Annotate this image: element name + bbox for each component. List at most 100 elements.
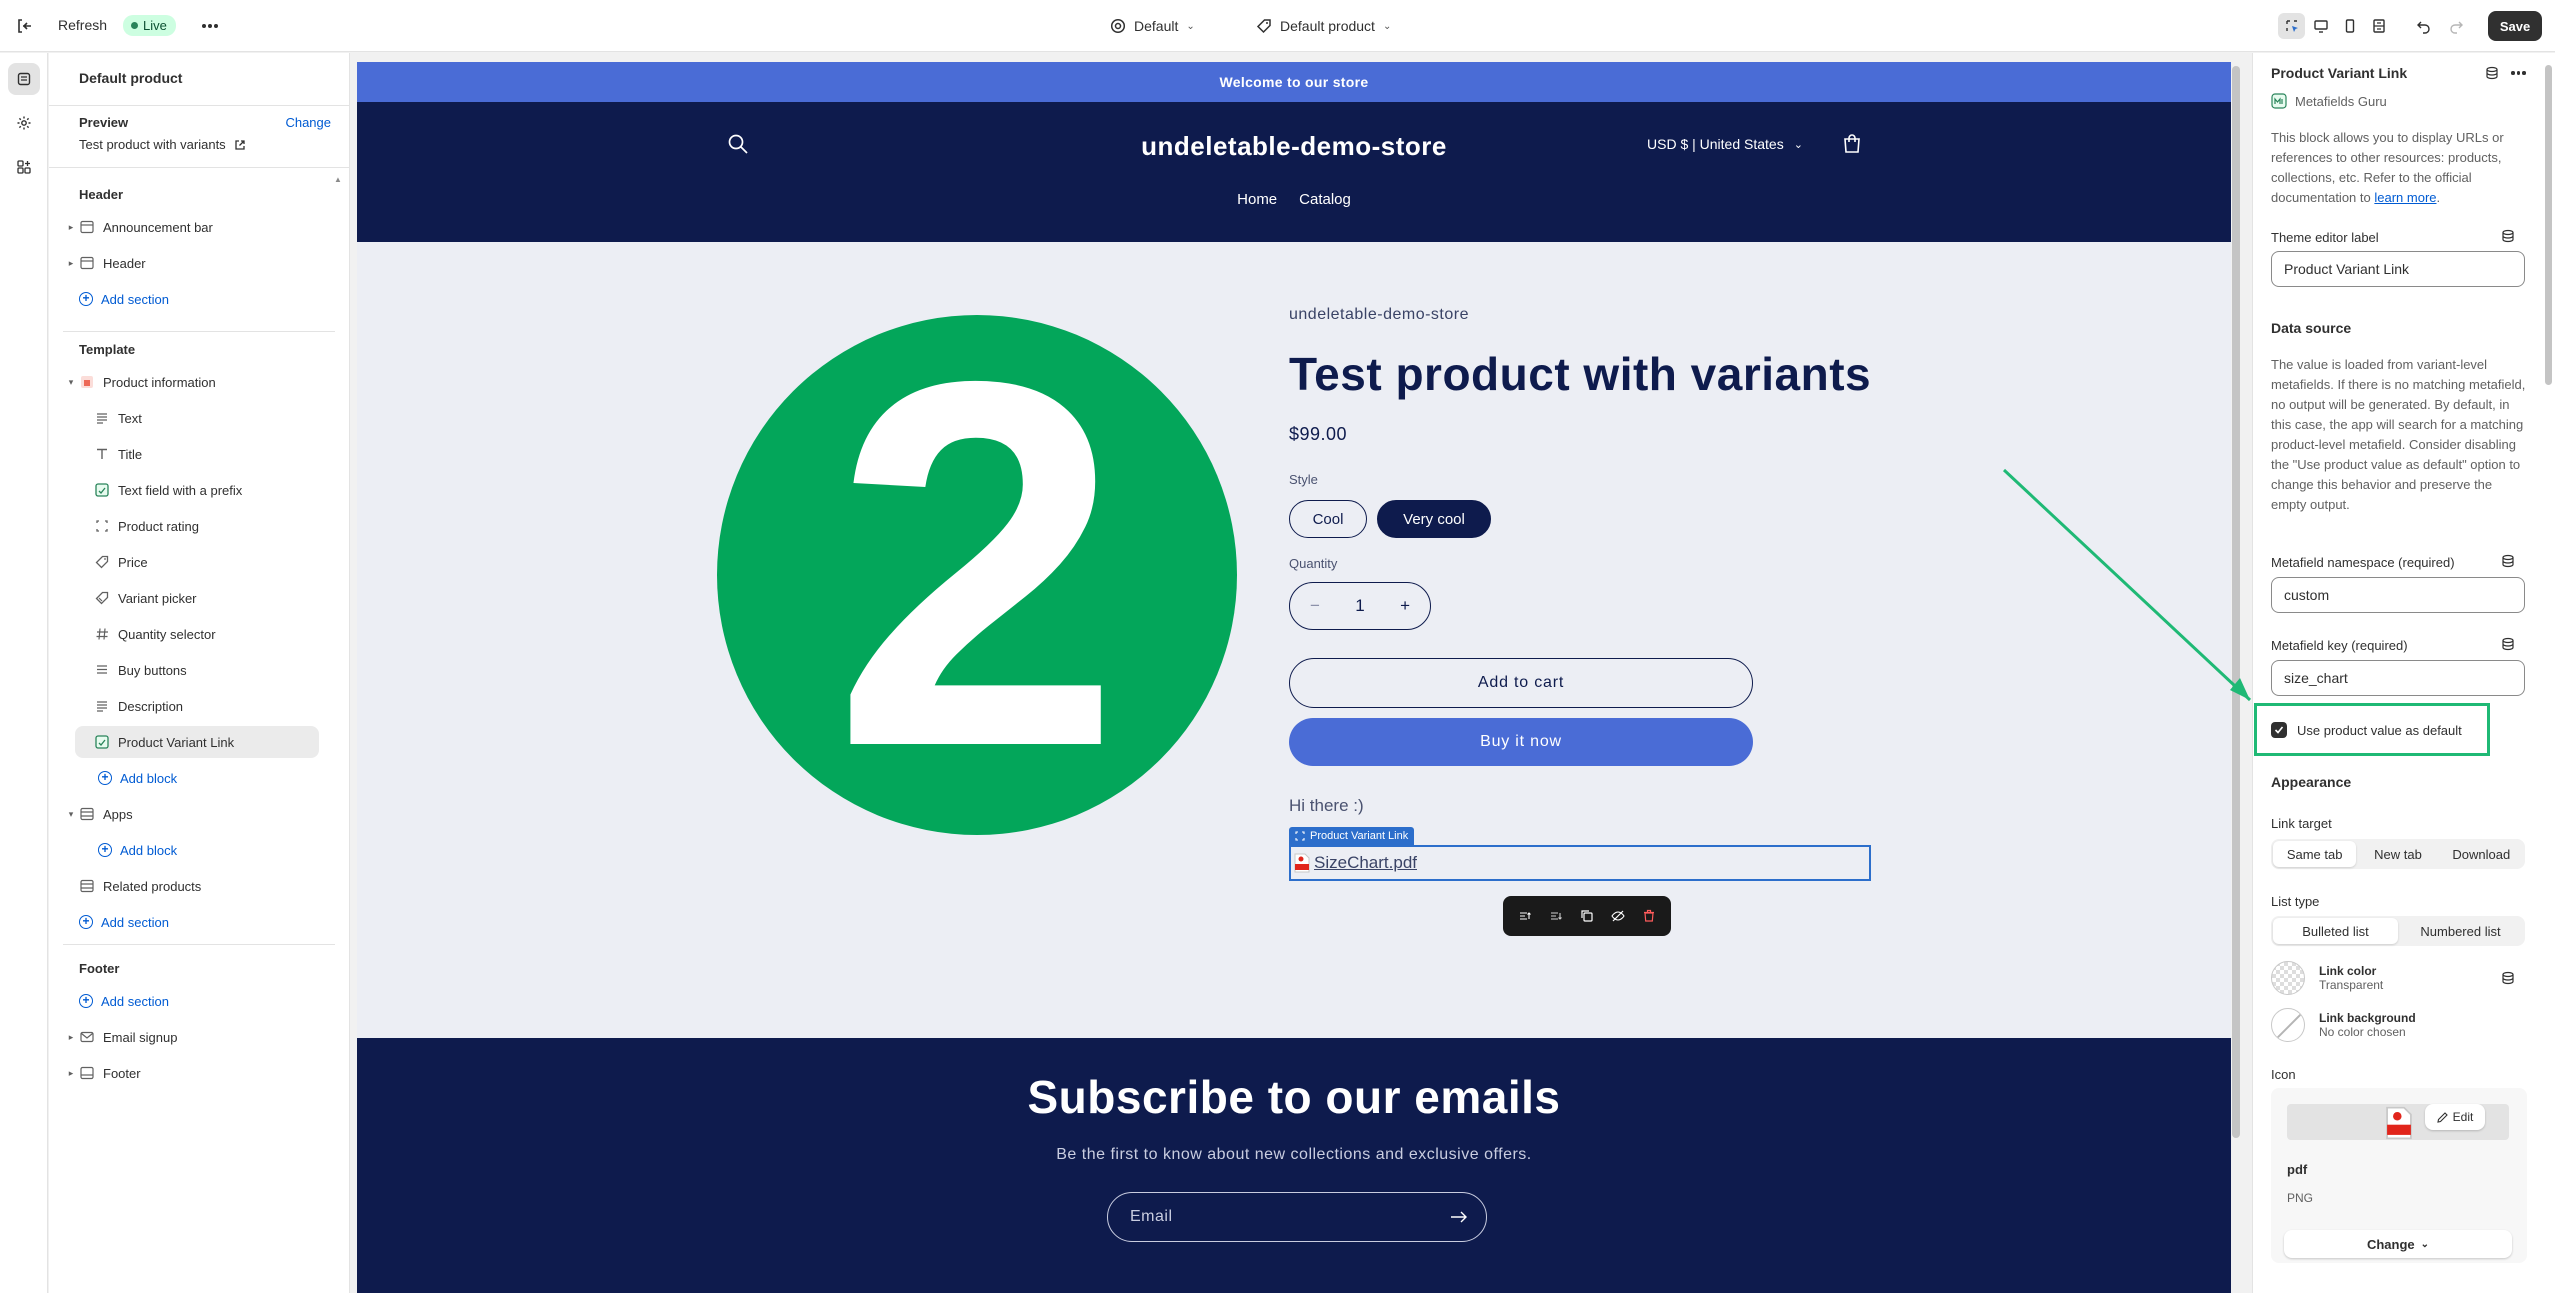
move-down-icon[interactable]	[1545, 905, 1567, 927]
size-chart-link[interactable]: SizeChart.pdf	[1314, 853, 1417, 873]
announcement-bar: Welcome to our store	[357, 62, 2231, 102]
add-block-product[interactable]: + Add block	[98, 762, 378, 794]
link-background-picker[interactable]: Link background No color chosen	[2271, 1007, 2541, 1043]
sections-sidebar: Default product Preview Change Test prod…	[49, 53, 350, 1293]
block-text[interactable]: Text	[94, 402, 370, 434]
template-select[interactable]: Default product ⌄	[1256, 14, 1391, 38]
decrease-quantity-button[interactable]: −	[1310, 596, 1320, 616]
chevron-right-icon[interactable]: ▸	[63, 1068, 79, 1079]
more-options-icon[interactable]	[2511, 66, 2526, 80]
section-product-information[interactable]: ▾ Product information	[63, 366, 343, 398]
theme-label-input[interactable]: Product Variant Link	[2271, 251, 2525, 287]
preview-change-link[interactable]: Change	[285, 115, 331, 130]
link-target-download[interactable]: Download	[2440, 841, 2523, 867]
selected-block-tag[interactable]: Product Variant Link	[1289, 827, 1415, 845]
chevron-right-icon[interactable]: ▸	[63, 258, 79, 269]
hide-icon[interactable]	[1607, 905, 1629, 927]
nav-link-home[interactable]: Home	[1237, 191, 1277, 208]
scroll-up-icon[interactable]: ▲	[334, 175, 342, 184]
settings-scrollbar[interactable]	[2545, 65, 2552, 385]
block-quantity-selector[interactable]: Quantity selector	[94, 618, 370, 650]
buy-now-button[interactable]: Buy it now	[1289, 718, 1753, 766]
increase-quantity-button[interactable]: +	[1400, 596, 1410, 616]
namespace-input[interactable]: custom	[2271, 577, 2525, 613]
section-label: Header	[103, 255, 146, 271]
currency-selector[interactable]: USD $ | United States ⌄	[1647, 136, 1803, 152]
move-up-icon[interactable]	[1514, 905, 1536, 927]
database-icon[interactable]	[2501, 637, 2515, 654]
quantity-value[interactable]: 1	[1355, 596, 1364, 616]
gear-icon[interactable]	[8, 107, 40, 139]
sections-icon[interactable]	[8, 63, 40, 95]
database-icon[interactable]	[2485, 66, 2499, 83]
chevron-down-icon[interactable]: ▾	[63, 377, 79, 388]
apps-icon[interactable]	[8, 151, 40, 183]
list-type-numbered[interactable]: Numbered list	[2398, 918, 2523, 944]
add-to-cart-button[interactable]: Add to cart	[1289, 658, 1753, 708]
section-announcement-bar[interactable]: ▸ Announcement bar	[63, 211, 343, 243]
pencil-icon	[2436, 1111, 2448, 1123]
cart-icon[interactable]	[1840, 132, 1864, 159]
more-actions-icon[interactable]	[198, 15, 222, 37]
database-icon[interactable]	[2501, 554, 2515, 571]
chevron-down-icon[interactable]: ▾	[63, 809, 79, 820]
add-section-header[interactable]: + Add section	[79, 283, 359, 315]
link-color-picker[interactable]: Link color Transparent	[2271, 960, 2541, 996]
theme-select[interactable]: Default ⌄	[1110, 14, 1195, 38]
duplicate-icon[interactable]	[1576, 905, 1598, 927]
delete-icon[interactable]	[1638, 905, 1660, 927]
block-description[interactable]: Description	[94, 690, 370, 722]
fullscreen-icon[interactable]	[2365, 13, 2392, 39]
inspector-icon[interactable]	[2278, 13, 2305, 39]
style-option-very-cool[interactable]: Very cool	[1377, 500, 1491, 538]
block-price[interactable]: Price	[94, 546, 370, 578]
database-icon[interactable]	[2501, 229, 2515, 246]
section-header[interactable]: ▸ Header	[63, 247, 343, 279]
chevron-right-icon[interactable]: ▸	[63, 1032, 79, 1043]
plus-circle-icon: +	[79, 915, 93, 929]
arrow-right-icon[interactable]	[1450, 1210, 1468, 1224]
add-section-footer[interactable]: + Add section	[79, 985, 359, 1017]
add-block-apps[interactable]: + Add block	[98, 834, 378, 866]
icon-change-button[interactable]: Change ⌄	[2284, 1230, 2512, 1258]
save-button[interactable]: Save	[2488, 11, 2542, 41]
preview-product-link[interactable]: Test product with variants	[79, 137, 246, 152]
exit-icon[interactable]	[12, 14, 36, 38]
section-related-products[interactable]: Related products	[79, 870, 359, 902]
style-option-cool[interactable]: Cool	[1289, 500, 1367, 538]
block-buy-buttons[interactable]: Buy buttons	[94, 654, 370, 686]
link-target-new-tab[interactable]: New tab	[2356, 841, 2439, 867]
block-product-variant-link[interactable]: Product Variant Link	[75, 726, 319, 758]
list-type-bulleted[interactable]: Bulleted list	[2273, 918, 2398, 944]
icon-edit-button[interactable]: Edit	[2425, 1104, 2485, 1130]
refresh-button[interactable]: Refresh	[58, 17, 107, 33]
product-image[interactable]: 2	[717, 315, 1237, 835]
block-product-rating[interactable]: Product rating	[94, 510, 370, 542]
section-email-signup[interactable]: ▸ Email signup	[63, 1021, 343, 1053]
custom-text: Hi there :)	[1289, 796, 1364, 815]
undo-icon[interactable]	[2412, 14, 2436, 38]
block-text-field-prefix[interactable]: Text field with a prefix	[94, 474, 370, 506]
add-section-template[interactable]: + Add section	[79, 906, 359, 938]
database-icon[interactable]	[2501, 971, 2515, 988]
link-background-swatch[interactable]	[2271, 1008, 2305, 1042]
product-variant-link-block[interactable]: SizeChart.pdf	[1289, 845, 1871, 881]
redo-icon[interactable]	[2444, 14, 2468, 38]
icon-file-name: pdf	[2287, 1162, 2308, 1177]
key-input[interactable]: size_chart	[2271, 660, 2525, 696]
mobile-icon[interactable]	[2336, 13, 2363, 39]
block-title[interactable]: Title	[94, 438, 370, 470]
link-target-same-tab[interactable]: Same tab	[2273, 841, 2357, 867]
section-footer[interactable]: ▸ Footer	[63, 1057, 343, 1089]
link-color-swatch[interactable]	[2271, 961, 2305, 995]
nav-link-catalog[interactable]: Catalog	[1299, 191, 1351, 208]
preview-scrollbar[interactable]	[2232, 66, 2240, 1138]
chevron-right-icon[interactable]: ▸	[63, 222, 79, 233]
desktop-icon[interactable]	[2307, 13, 2334, 39]
store-logo[interactable]: undeletable-demo-store	[357, 131, 2231, 162]
app-block-icon	[94, 482, 110, 498]
learn-more-link[interactable]: learn more	[2374, 190, 2436, 205]
section-apps[interactable]: ▾ Apps	[63, 798, 343, 830]
block-variant-picker[interactable]: Variant picker	[94, 582, 370, 614]
email-field[interactable]: Email	[1107, 1192, 1487, 1242]
